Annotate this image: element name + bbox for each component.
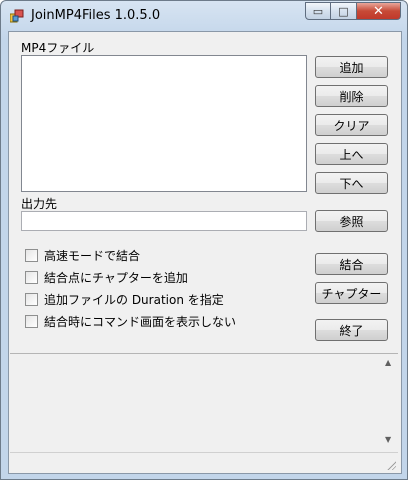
- window-controls: ▭ □ ✕: [305, 2, 401, 21]
- scroll-up-icon[interactable]: ▲: [385, 358, 391, 367]
- chapter-at-join-option[interactable]: 結合点にチャプターを追加: [25, 269, 188, 285]
- status-bar: [10, 452, 398, 472]
- chapter-button[interactable]: チャプター: [315, 282, 388, 304]
- resize-grip-icon[interactable]: [386, 460, 396, 470]
- fast-mode-checkbox[interactable]: [25, 248, 38, 262]
- delete-button[interactable]: 削除: [315, 85, 388, 107]
- close-icon: ✕: [373, 3, 384, 19]
- chapter-at-join-label: 結合点にチャプターを追加: [44, 270, 188, 285]
- fast-mode-label: 高速モードで結合: [44, 248, 141, 263]
- duration-checkbox[interactable]: [25, 292, 38, 306]
- hide-console-option[interactable]: 結合時にコマンド画面を表示しない: [25, 313, 236, 329]
- output-label: 出力先: [21, 197, 58, 211]
- log-scrollbar[interactable]: ▲ ▼: [384, 358, 396, 444]
- hide-console-checkbox[interactable]: [25, 314, 38, 328]
- close-button[interactable]: ✕: [357, 2, 401, 20]
- title-bar[interactable]: JoinMP4Files 1.0.5.0 ▭ □ ✕: [1, 1, 407, 31]
- clear-button[interactable]: クリア: [315, 114, 388, 136]
- minimize-icon: ▭: [312, 4, 324, 18]
- window-title: JoinMP4Files 1.0.5.0: [31, 8, 161, 23]
- browse-button[interactable]: 参照: [315, 210, 388, 232]
- add-button[interactable]: 追加: [315, 56, 388, 78]
- app-icon: [10, 9, 24, 23]
- log-output-area[interactable]: ▲ ▼: [10, 353, 398, 449]
- minimize-button[interactable]: ▭: [305, 2, 331, 20]
- chapter-at-join-checkbox[interactable]: [25, 270, 38, 284]
- join-button[interactable]: 結合: [315, 253, 388, 275]
- hide-console-label: 結合時にコマンド画面を表示しない: [44, 314, 237, 329]
- maximize-button[interactable]: □: [331, 2, 357, 20]
- exit-button[interactable]: 終了: [315, 319, 388, 341]
- fast-mode-option[interactable]: 高速モードで結合: [25, 247, 140, 263]
- mp4-file-list[interactable]: [21, 55, 307, 192]
- app-window: JoinMP4Files 1.0.5.0 ▭ □ ✕ MP4ファイル 追加 削除…: [0, 0, 408, 480]
- duration-option[interactable]: 追加ファイルの Duration を指定: [25, 291, 224, 307]
- move-up-button[interactable]: 上へ: [315, 143, 388, 165]
- maximize-icon: □: [338, 4, 349, 18]
- output-path-field[interactable]: [21, 211, 307, 231]
- duration-label: 追加ファイルの Duration を指定: [44, 292, 224, 307]
- mp4-files-label: MP4ファイル: [21, 41, 95, 55]
- scroll-down-icon[interactable]: ▼: [385, 435, 391, 444]
- move-down-button[interactable]: 下へ: [315, 172, 388, 194]
- client-area: MP4ファイル 追加 削除 クリア 上へ 下へ 出力先 参照 高速モードで結合 …: [8, 31, 402, 474]
